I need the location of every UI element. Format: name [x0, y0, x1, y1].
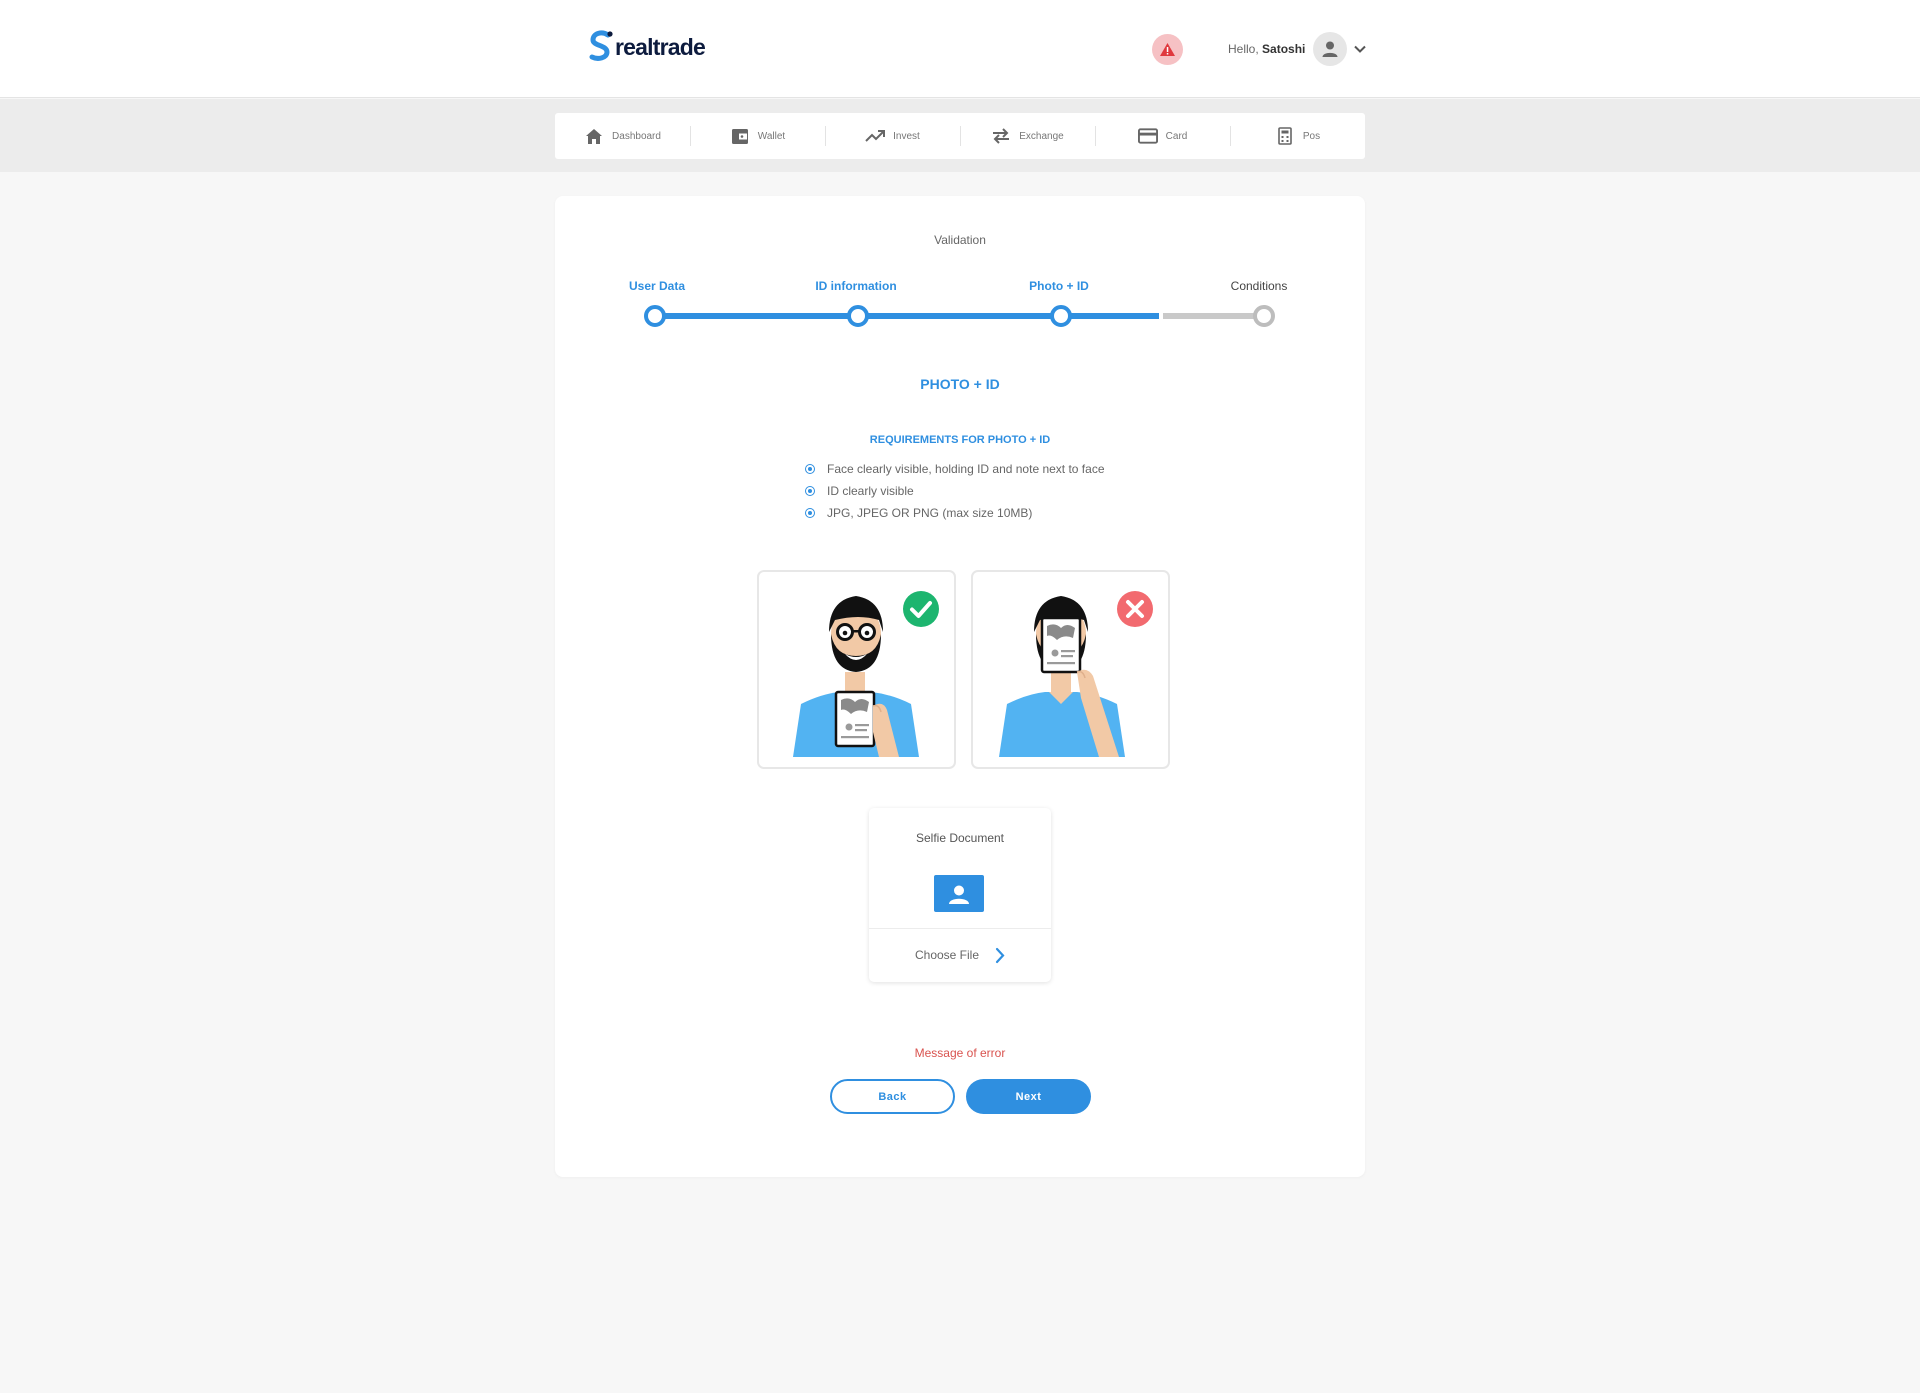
greeting-prefix: Hello, [1228, 42, 1263, 56]
list-item: JPG, JPEG OR PNG (max size 10MB) [805, 506, 1105, 528]
progress-track-remaining [1163, 313, 1259, 319]
step-label-conditions: Conditions [1230, 279, 1288, 293]
step-dot-photo-id[interactable] [1050, 305, 1072, 327]
trending-up-icon [865, 126, 886, 146]
list-item: ID clearly visible [805, 484, 1105, 506]
requirement-text: ID clearly visible [827, 484, 914, 498]
list-item: Face clearly visible, holding ID and not… [805, 462, 1105, 484]
step-label-photo-id: Photo + ID [1029, 279, 1089, 293]
step-dot-id-information[interactable] [847, 305, 869, 327]
top-header: realtrade Hello, Satoshi [0, 0, 1920, 98]
nav-label: Dashboard [612, 130, 661, 142]
user-greeting: Hello, Satoshi [1228, 42, 1305, 56]
step-label-user-data: User Data [628, 279, 686, 293]
bullet-icon [805, 464, 815, 474]
user-name: Satoshi [1262, 42, 1306, 56]
section-title: PHOTO + ID [920, 376, 1000, 392]
nav-label: Exchange [1019, 130, 1064, 142]
nav-label: Invest [893, 130, 920, 142]
credit-card-icon [1137, 126, 1158, 146]
user-avatar[interactable] [1313, 32, 1347, 66]
logo-mark-icon [589, 30, 613, 61]
swap-arrows-icon [991, 126, 1011, 146]
selfie-upload-card: Selfie Document Choose File [869, 808, 1051, 982]
chevron-right-icon [995, 947, 1005, 963]
back-button[interactable]: Back [830, 1079, 955, 1114]
wallet-icon [730, 126, 750, 146]
progress-track-done [655, 313, 1159, 319]
brand-name: realtrade [615, 33, 706, 60]
nav-item-dashboard[interactable]: Dashboard [555, 113, 690, 159]
brand-logo[interactable]: realtrade [588, 30, 706, 64]
alert-button[interactable] [1152, 34, 1183, 65]
nav-item-invest[interactable]: Invest [825, 113, 960, 159]
calculator-icon [1275, 126, 1295, 146]
requirements-list: Face clearly visible, holding ID and not… [805, 462, 1105, 528]
home-icon [584, 126, 604, 146]
nav-item-pos[interactable]: Pos [1230, 113, 1365, 159]
nav-label: Pos [1302, 130, 1321, 142]
user-icon [1322, 41, 1338, 57]
bullet-icon [805, 508, 815, 518]
progress-stepper: User Data ID information Photo + ID Cond… [555, 196, 1365, 336]
next-button[interactable]: Next [966, 1079, 1091, 1114]
requirements-title: REQUIREMENTS FOR PHOTO + ID [869, 434, 1051, 446]
nav-label: Card [1165, 130, 1188, 142]
validation-card: Validation User Data ID information Phot… [555, 196, 1365, 1177]
nav-item-card[interactable]: Card [1095, 113, 1230, 159]
nav-item-wallet[interactable]: Wallet [690, 113, 825, 159]
incorrect-example-image [971, 570, 1170, 769]
nav-item-exchange[interactable]: Exchange [960, 113, 1095, 159]
check-circle-icon [903, 591, 939, 627]
nav-label: Wallet [757, 130, 786, 142]
bullet-icon [805, 486, 815, 496]
error-message: Message of error [914, 1046, 1006, 1060]
choose-file-button[interactable]: Choose File [869, 928, 1051, 982]
step-dot-conditions [1253, 305, 1275, 327]
step-label-id-information: ID information [815, 279, 897, 293]
step-dot-user-data[interactable] [644, 305, 666, 327]
upload-title: Selfie Document [915, 831, 1005, 845]
chevron-down-icon[interactable] [1353, 42, 1367, 56]
requirement-text: Face clearly visible, holding ID and not… [827, 462, 1105, 476]
x-circle-icon [1117, 591, 1153, 627]
correct-example-image [757, 570, 956, 769]
requirement-text: JPG, JPEG OR PNG (max size 10MB) [827, 506, 1033, 520]
main-nav: Dashboard Wallet Invest Exchange Card Po… [555, 113, 1365, 159]
id-card-icon [934, 875, 984, 912]
choose-file-label: Choose File [914, 948, 980, 962]
warning-icon [1160, 43, 1175, 56]
